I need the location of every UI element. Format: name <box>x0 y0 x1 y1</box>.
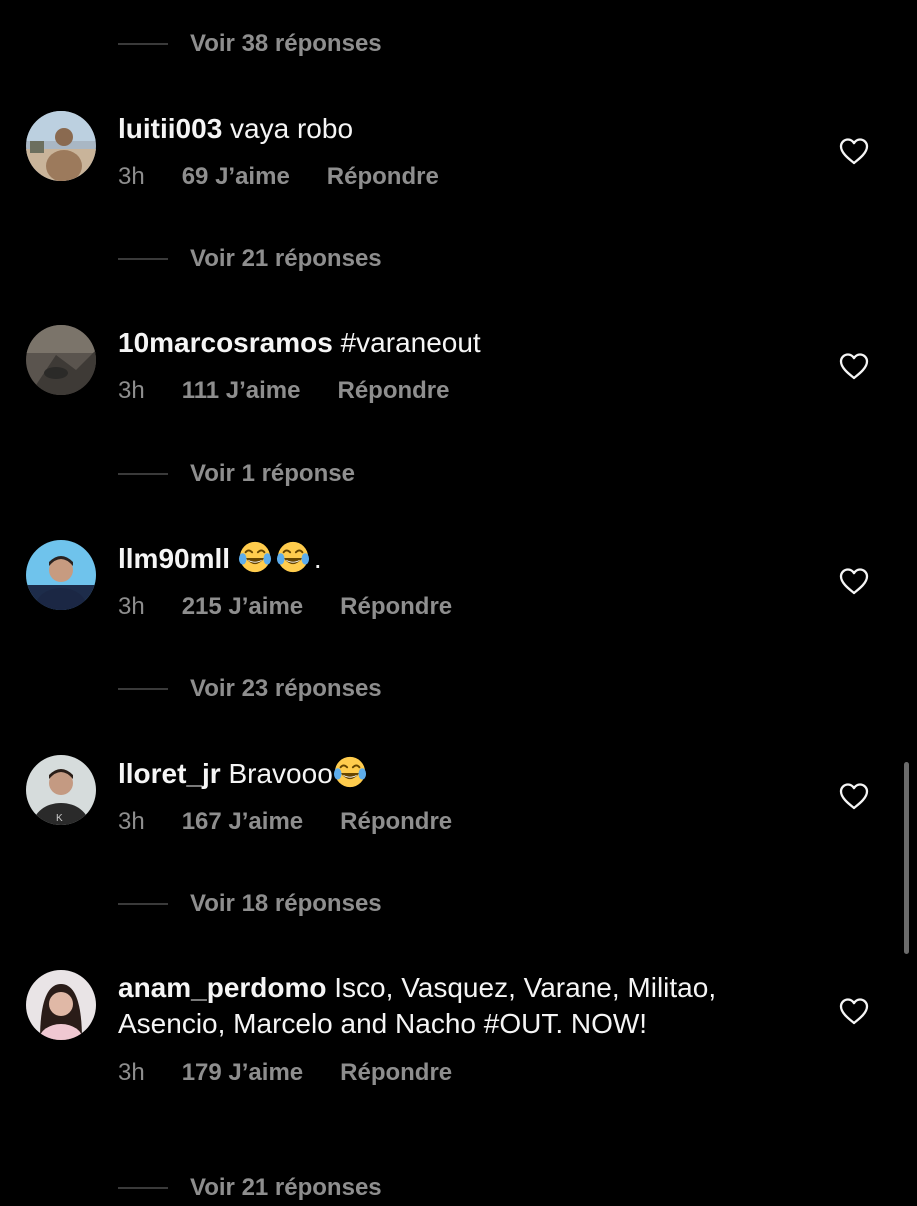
comment-body: 10marcosramos #varaneout 3h 111 J’aime R… <box>118 325 758 406</box>
scrollbar[interactable] <box>904 762 909 954</box>
svg-text:K: K <box>56 813 63 824</box>
view-replies-button[interactable]: Voir 38 réponses <box>118 26 382 62</box>
avatar[interactable] <box>26 540 96 610</box>
face-with-tears-of-joy-icon <box>276 540 310 574</box>
avatar[interactable] <box>26 111 96 181</box>
comment-username[interactable]: luitii003 <box>118 113 222 144</box>
comment-meta: 3h 111 J’aime Répondre <box>118 376 758 406</box>
reply-button[interactable]: Répondre <box>337 377 449 405</box>
view-replies-button[interactable]: Voir 1 réponse <box>118 456 355 492</box>
heart-outline-icon[interactable] <box>839 352 869 380</box>
comment-time: 3h <box>118 808 145 835</box>
comment-body: lloret_jr Bravooo 3h 167 J’aime Répondre <box>118 755 758 837</box>
face-with-tears-of-joy-icon <box>333 755 367 789</box>
avatar[interactable] <box>26 325 96 395</box>
comment-meta: 3h 215 J’aime Répondre <box>118 592 758 622</box>
comment-time: 3h <box>118 1059 145 1086</box>
heart-outline-icon[interactable] <box>839 997 869 1025</box>
reply-button[interactable]: Répondre <box>340 808 452 836</box>
comment-likes[interactable]: 167 J’aime <box>182 808 303 836</box>
replies-divider <box>118 1187 168 1189</box>
comment-body: llm90mll . 3h 215 J’aime Répondre <box>118 540 758 622</box>
replies-divider <box>118 258 168 260</box>
view-replies-label: Voir 23 réponses <box>190 675 382 702</box>
face-with-tears-of-joy-icon <box>238 540 272 574</box>
view-replies-label: Voir 1 réponse <box>190 460 355 487</box>
comment-time: 3h <box>118 593 145 620</box>
comment-likes[interactable]: 111 J’aime <box>182 377 301 405</box>
view-replies-label: Voir 21 réponses <box>190 245 382 272</box>
replies-divider <box>118 903 168 905</box>
comment-text: 10marcosramos #varaneout <box>118 325 758 361</box>
view-replies-label: Voir 21 réponses <box>190 1174 382 1201</box>
comment-body: luitii003 vaya robo 3h 69 J’aime Répondr… <box>118 111 758 192</box>
reply-button[interactable]: Répondre <box>327 163 439 191</box>
replies-divider <box>118 688 168 690</box>
view-replies-label: Voir 38 réponses <box>190 30 382 57</box>
comment-username[interactable]: llm90mll <box>118 543 230 574</box>
comment-username[interactable]: 10marcosramos <box>118 327 333 358</box>
comment-meta: 3h 179 J’aime Répondre <box>118 1058 758 1088</box>
comment-likes[interactable]: 179 J’aime <box>182 1059 303 1087</box>
comment-meta: 3h 167 J’aime Répondre <box>118 807 758 837</box>
comment-content: #varaneout <box>340 327 481 358</box>
comment-time: 3h <box>118 377 145 404</box>
comment-username[interactable]: anam_perdomo <box>118 972 327 1003</box>
comment-content: . <box>313 543 322 574</box>
view-replies-button[interactable]: Voir 21 réponses <box>118 1170 382 1206</box>
comment-body: anam_perdomo Isco, Vasquez, Varane, Mili… <box>118 970 758 1088</box>
view-replies-button[interactable]: Voir 21 réponses <box>118 241 382 277</box>
view-replies-button[interactable]: Voir 18 réponses <box>118 886 382 922</box>
comment-likes[interactable]: 215 J’aime <box>182 593 303 621</box>
avatar[interactable] <box>26 970 96 1040</box>
comment-time: 3h <box>118 163 145 190</box>
comment-username[interactable]: lloret_jr <box>118 758 221 789</box>
reply-button[interactable]: Répondre <box>340 1059 452 1087</box>
avatar[interactable]: K <box>26 755 96 825</box>
reply-button[interactable]: Répondre <box>340 593 452 621</box>
comment-likes[interactable]: 69 J’aime <box>182 163 290 191</box>
comment-text: llm90mll . <box>118 540 758 577</box>
comment-text: lloret_jr Bravooo <box>118 755 758 792</box>
comment-text: luitii003 vaya robo <box>118 111 758 147</box>
replies-divider <box>118 43 168 45</box>
heart-outline-icon[interactable] <box>839 567 869 595</box>
view-replies-label: Voir 18 réponses <box>190 890 382 917</box>
heart-outline-icon[interactable] <box>839 137 869 165</box>
comment-content: vaya robo <box>230 113 354 144</box>
view-replies-button[interactable]: Voir 23 réponses <box>118 671 382 707</box>
comment-text: anam_perdomo Isco, Vasquez, Varane, Mili… <box>118 970 758 1042</box>
comment-content: Bravooo <box>228 758 333 789</box>
heart-outline-icon[interactable] <box>839 782 869 810</box>
replies-divider <box>118 473 168 475</box>
comment-meta: 3h 69 J’aime Répondre <box>118 162 758 192</box>
